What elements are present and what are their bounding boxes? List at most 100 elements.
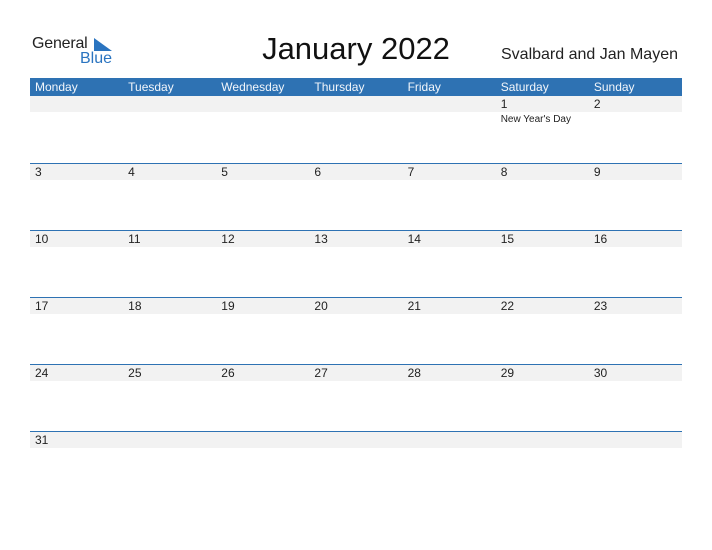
week-row: 1 2 New Year's Day <box>30 96 682 163</box>
holiday-label <box>216 381 309 383</box>
holiday-label <box>123 247 216 249</box>
holiday-label <box>123 448 216 450</box>
day-number: 7 <box>407 165 415 179</box>
day-number: 17 <box>35 299 49 313</box>
day-number: 23 <box>593 299 608 313</box>
holiday-label <box>216 448 309 450</box>
day-number: 18 <box>128 299 142 313</box>
country-name: Svalbard and Jan Mayen <box>501 46 678 63</box>
weekday-sunday: Sunday <box>593 80 635 94</box>
day-number: 19 <box>221 299 235 313</box>
holiday-label: New Year's Day <box>500 114 571 125</box>
day-number-strip: 10 11 12 13 14 15 16 <box>30 231 682 247</box>
holiday-label <box>403 314 496 316</box>
event-row <box>30 314 682 316</box>
event-row <box>30 247 682 249</box>
day-number: 21 <box>407 299 421 313</box>
weekday-wednesday: Wednesday <box>221 80 285 94</box>
holiday-label <box>309 247 402 249</box>
day-number <box>216 96 309 112</box>
day-number: 29 <box>500 366 515 380</box>
week-row: 24 25 26 27 28 29 30 <box>30 364 682 431</box>
day-number: 12 <box>221 232 235 246</box>
holiday-label <box>589 247 682 249</box>
holiday-label <box>123 112 216 125</box>
holiday-label <box>589 112 682 125</box>
day-number <box>403 432 496 448</box>
holiday-label <box>403 381 496 383</box>
holiday-label <box>30 180 123 182</box>
holiday-label <box>123 381 216 383</box>
holiday-label <box>216 247 309 249</box>
holiday-label <box>496 381 589 383</box>
weekday-header: Monday Tuesday Wednesday Thursday Friday… <box>30 78 682 96</box>
day-number: 1 <box>500 97 508 111</box>
holiday-label <box>589 448 682 450</box>
event-row <box>30 448 682 450</box>
holiday-label <box>30 448 123 450</box>
holiday-label <box>403 247 496 249</box>
day-number <box>30 96 123 112</box>
day-number: 26 <box>221 366 235 380</box>
day-number: 20 <box>314 299 328 313</box>
holiday-label <box>30 381 123 383</box>
holiday-label <box>309 180 402 182</box>
day-number: 15 <box>500 232 515 246</box>
holiday-label <box>216 180 309 182</box>
day-number: 4 <box>128 165 135 179</box>
holiday-label <box>309 381 402 383</box>
day-number: 9 <box>593 165 601 179</box>
day-number: 30 <box>593 366 608 380</box>
holiday-label <box>30 314 123 316</box>
day-number: 8 <box>500 165 508 179</box>
day-number: 22 <box>500 299 515 313</box>
holiday-label <box>589 314 682 316</box>
holiday-label <box>123 314 216 316</box>
day-number <box>589 432 682 448</box>
day-number-strip: 24 25 26 27 28 29 30 <box>30 365 682 381</box>
day-number: 11 <box>128 232 141 246</box>
day-number: 14 <box>407 232 421 246</box>
day-number: 2 <box>593 97 601 111</box>
day-number: 6 <box>314 165 322 179</box>
day-number <box>403 96 496 112</box>
day-number <box>216 432 309 448</box>
holiday-label <box>123 180 216 182</box>
holiday-label <box>589 381 682 383</box>
week-row: 31 <box>30 431 682 498</box>
day-number: 27 <box>314 366 328 380</box>
holiday-label <box>309 448 402 450</box>
holiday-label <box>496 247 589 249</box>
holiday-label <box>403 448 496 450</box>
day-number <box>123 432 216 448</box>
holiday-label <box>309 112 402 125</box>
day-number <box>496 432 589 448</box>
weekday-thursday: Thursday <box>314 80 365 94</box>
day-number-strip: 17 18 19 20 21 22 23 <box>30 298 682 314</box>
holiday-label <box>216 314 309 316</box>
holiday-label <box>30 112 123 125</box>
weekday-tuesday: Tuesday <box>128 80 174 94</box>
day-number: 31 <box>35 433 49 447</box>
day-number: 16 <box>593 232 608 246</box>
holiday-label <box>496 314 589 316</box>
day-number <box>309 96 402 112</box>
day-number: 24 <box>35 366 49 380</box>
holiday-label <box>403 112 496 125</box>
event-row <box>30 180 682 182</box>
day-number: 25 <box>128 366 142 380</box>
holiday-label <box>403 180 496 182</box>
day-number: 3 <box>35 165 42 179</box>
holiday-label <box>30 247 123 249</box>
day-number-strip: 3 4 5 6 7 8 9 <box>30 164 682 180</box>
day-number: 5 <box>221 165 228 179</box>
holiday-label <box>216 112 309 125</box>
holiday-label <box>496 448 589 450</box>
week-row: 17 18 19 20 21 22 23 <box>30 297 682 364</box>
week-row: 3 4 5 6 7 8 9 <box>30 163 682 230</box>
calendar-grid: Monday Tuesday Wednesday Thursday Friday… <box>30 78 682 498</box>
event-row: New Year's Day <box>30 112 682 125</box>
week-row: 10 11 12 13 14 15 16 <box>30 230 682 297</box>
holiday-label <box>589 180 682 182</box>
day-number-strip: 31 <box>30 432 682 448</box>
